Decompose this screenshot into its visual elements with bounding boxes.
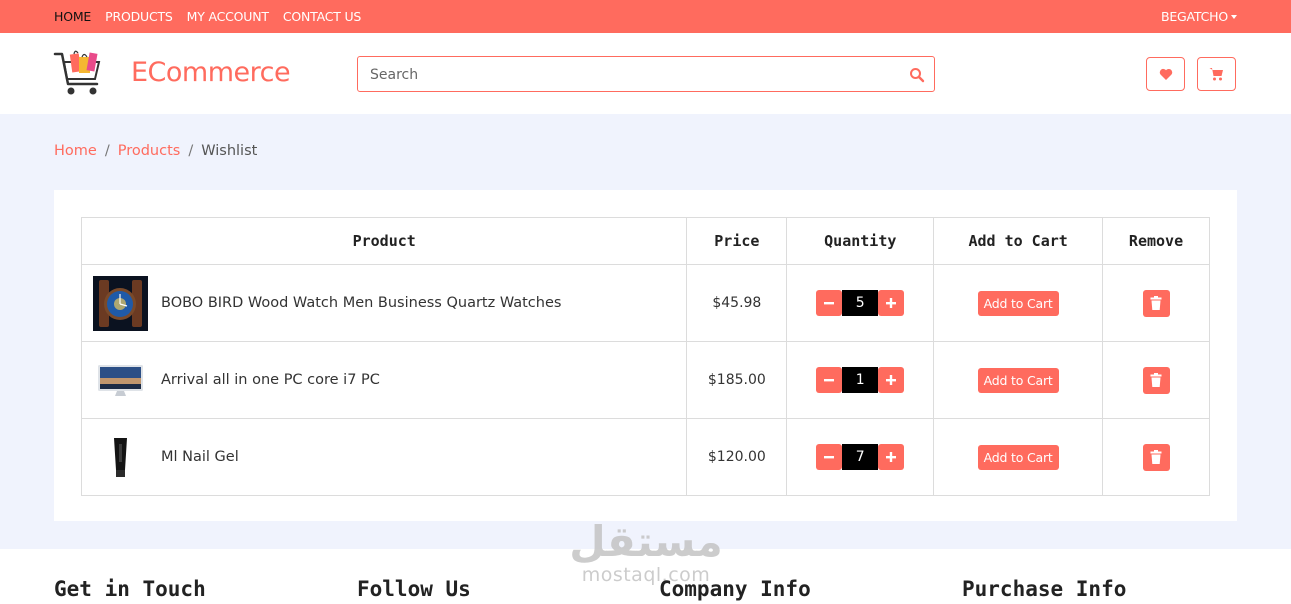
quantity-value[interactable]: 5 [842,290,879,316]
product-image[interactable] [93,275,148,331]
table-header-row: Product Price Quantity Add to Cart Remov… [80,217,1210,265]
top-nav: HOME PRODUCTS MY ACCOUNT CONTACT US [54,0,361,33]
main-content: Home / Products / Wishlist Product Price… [0,114,1291,549]
breadcrumb: Home / Products / Wishlist [54,143,257,159]
breadcrumb-products[interactable]: Products [118,143,181,159]
header: ECommerce [0,33,1291,114]
product-price: $185.00 [686,341,788,419]
breadcrumb-current: Wishlist [201,143,258,159]
breadcrumb-separator: / [188,143,194,159]
plus-icon [886,452,897,462]
plus-icon [886,375,897,385]
nav-home[interactable]: HOME [54,9,91,24]
top-bar: HOME PRODUCTS MY ACCOUNT CONTACT US BEGA… [0,0,1291,33]
brand-name[interactable]: ECommerce [131,57,291,88]
wishlist-card: Product Price Quantity Add to Cart Remov… [54,190,1237,521]
table-row: BOBO BIRD Wood Watch Men Business Quartz… [80,264,1210,342]
add-to-cart-button[interactable]: Add to Cart [977,290,1059,316]
breadcrumb-home[interactable]: Home [54,143,97,159]
remove-button[interactable] [1142,366,1170,394]
product-image[interactable] [93,353,148,408]
decrease-button[interactable] [816,367,843,393]
trash-icon [1150,450,1162,464]
search-box [357,56,935,92]
cart-logo-icon[interactable] [53,48,105,100]
minus-icon [824,302,835,305]
search-input[interactable] [370,64,890,86]
nav-products[interactable]: PRODUCTS [105,9,173,24]
increase-button[interactable] [878,444,905,470]
column-header-quantity: Quantity [786,217,935,265]
cart-button[interactable] [1197,57,1236,91]
quantity-stepper: 1 [816,367,905,393]
table-row: Arrival all in one PC core i7 PC $185.00… [80,341,1210,419]
increase-button[interactable] [878,290,905,316]
quantity-value[interactable]: 7 [842,444,879,470]
decrease-button[interactable] [816,290,843,316]
table-row: Ml Nail Gel $120.00 7 Add to Cart [80,418,1210,496]
search-icon[interactable] [909,67,925,83]
footer-heading-purchase-info: Purchase Info [962,577,1127,601]
decrease-button[interactable] [816,444,843,470]
footer-heading-follow-us: Follow Us [357,577,471,601]
footer-heading-company-info: Company Info [659,577,811,601]
column-header-price: Price [686,217,788,265]
watermark-arabic: مستقل [569,517,723,566]
product-price: $45.98 [686,264,788,342]
breadcrumb-separator: / [104,143,110,159]
product-cell: BOBO BIRD Wood Watch Men Business Quartz… [82,275,686,331]
user-menu[interactable]: BEGATCHO [1161,0,1237,33]
nav-contact-us[interactable]: CONTACT US [283,9,362,24]
cart-icon [1209,68,1223,81]
column-header-product: Product [80,217,688,265]
increase-button[interactable] [878,367,905,393]
minus-icon [824,379,835,382]
product-name[interactable]: Arrival all in one PC core i7 PC [161,372,380,388]
heart-icon [1159,68,1172,80]
wishlist-table: Product Price Quantity Add to Cart Remov… [80,217,1210,496]
product-name[interactable]: Ml Nail Gel [161,449,239,465]
wishlist-button[interactable] [1146,57,1185,91]
trash-icon [1150,373,1162,387]
minus-icon [824,456,835,459]
column-header-remove: Remove [1102,217,1210,265]
footer-heading-get-in-touch: Get in Touch [54,577,206,601]
quantity-value[interactable]: 1 [842,367,879,393]
product-cell: Arrival all in one PC core i7 PC [82,353,686,408]
nav-my-account[interactable]: MY ACCOUNT [187,9,269,24]
add-to-cart-button[interactable]: Add to Cart [977,367,1059,393]
user-name: BEGATCHO [1160,9,1228,24]
remove-button[interactable] [1142,443,1170,471]
plus-icon [886,298,897,308]
product-price: $120.00 [686,418,788,496]
quantity-stepper: 7 [816,444,905,470]
column-header-add-to-cart: Add to Cart [933,217,1104,265]
quantity-stepper: 5 [816,290,905,316]
caret-down-icon [1231,15,1237,19]
remove-button[interactable] [1142,289,1170,317]
add-to-cart-button[interactable]: Add to Cart [977,444,1059,470]
product-name[interactable]: BOBO BIRD Wood Watch Men Business Quartz… [161,295,561,311]
trash-icon [1150,296,1162,310]
product-image[interactable] [93,430,148,485]
product-cell: Ml Nail Gel [82,430,686,485]
